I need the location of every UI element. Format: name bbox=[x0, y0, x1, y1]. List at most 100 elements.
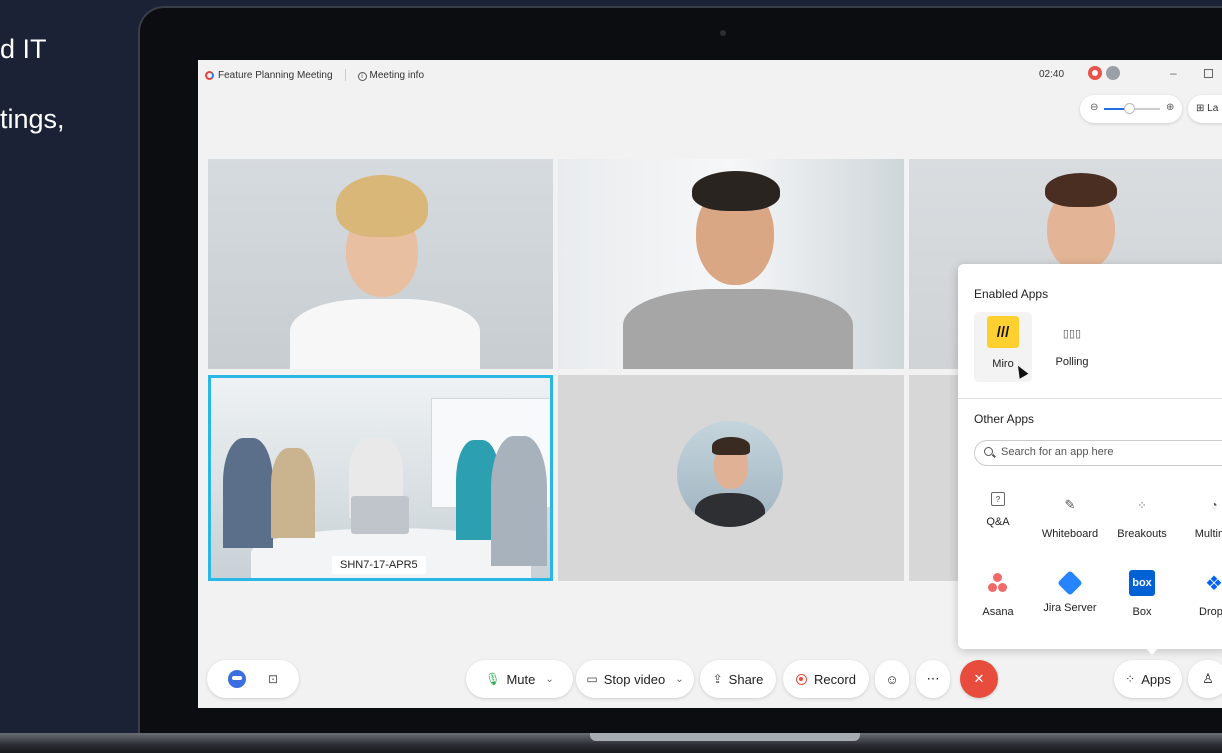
app-dropbox[interactable]: ❖ Dropb bbox=[1181, 570, 1222, 619]
room-person-5 bbox=[491, 436, 547, 566]
app-label: Dropb bbox=[1199, 606, 1222, 618]
assistant-bot-icon[interactable] bbox=[227, 670, 246, 688]
meeting-info-label: Meeting info bbox=[369, 69, 425, 81]
apps-popover: Enabled Apps /// Miro ▯▯▯ Polling Other … bbox=[958, 264, 1222, 649]
apps-grid-icon: ⁘ bbox=[1125, 672, 1136, 686]
record-icon bbox=[796, 673, 808, 685]
other-apps-heading: Other Apps bbox=[974, 412, 1035, 426]
room-person-2 bbox=[271, 448, 315, 538]
asana-dot bbox=[998, 583, 1007, 592]
app-label: Q&A bbox=[986, 516, 1010, 528]
zoom-out-icon[interactable]: ⊖ bbox=[1090, 102, 1098, 113]
video-tile-avatar[interactable] bbox=[558, 375, 904, 581]
app-box[interactable]: box Box bbox=[1109, 570, 1175, 618]
share-icon: ⇪ bbox=[712, 672, 723, 686]
app-polling[interactable]: ▯▯▯ Polling bbox=[1039, 320, 1105, 369]
mute-button[interactable]: 🎙 Mute ⌄ bbox=[466, 660, 573, 698]
avatar-body bbox=[695, 493, 765, 527]
multimedia-icon: ◔ bbox=[1210, 498, 1218, 512]
app-asana[interactable]: Asana bbox=[965, 570, 1031, 618]
promo-stage: d IT tings, Feature Planning Meeting i Me… bbox=[0, 0, 1222, 753]
avatar-hair bbox=[712, 437, 750, 455]
captions-icon[interactable]: ⊡ bbox=[268, 672, 278, 686]
share-label: Share bbox=[728, 671, 764, 687]
asana-icon bbox=[985, 570, 1011, 596]
app-label: Breakouts bbox=[1117, 528, 1167, 540]
person-icon: ♙ bbox=[1202, 671, 1214, 686]
asana-dot bbox=[988, 583, 997, 592]
mute-label: Mute bbox=[506, 671, 536, 687]
apps-label: Apps bbox=[1141, 671, 1171, 687]
meeting-timer: 02:40 bbox=[1039, 69, 1065, 80]
participant-hair bbox=[692, 171, 780, 211]
app-label: Whiteboard bbox=[1041, 528, 1099, 540]
video-tile-1[interactable] bbox=[208, 159, 553, 369]
leave-meeting-button[interactable]: ✕ bbox=[960, 660, 998, 698]
meeting-controls: ⊡ 🎙 Mute ⌄ ▭ Stop video ⌄ ⇪ Share Record bbox=[198, 658, 1222, 708]
side-caption-line-1: d IT bbox=[0, 34, 47, 64]
app-whiteboard[interactable]: ✎ Whiteboard bbox=[1037, 492, 1103, 540]
participant-body bbox=[290, 299, 480, 369]
maximize-icon[interactable] bbox=[1204, 69, 1213, 78]
miro-icon: /// bbox=[987, 316, 1019, 348]
stop-video-button[interactable]: ▭ Stop video ⌄ bbox=[576, 660, 694, 698]
chevron-down-icon[interactable]: ⌄ bbox=[545, 674, 553, 685]
smiley-icon: ☺ bbox=[885, 671, 899, 687]
recording-indicator-icon[interactable] bbox=[1088, 66, 1102, 80]
enabled-apps-heading: Enabled Apps bbox=[974, 287, 1049, 301]
webcam-icon bbox=[720, 30, 726, 36]
participant-hair bbox=[1045, 173, 1117, 207]
dropbox-icon: ❖ bbox=[1205, 572, 1222, 595]
chevron-down-icon[interactable]: ⌄ bbox=[675, 674, 683, 685]
camera-icon: ▭ bbox=[586, 672, 598, 686]
info-icon: i bbox=[357, 71, 367, 81]
app-breakouts[interactable]: ⁘ Breakouts bbox=[1109, 492, 1175, 541]
title-separator bbox=[344, 69, 346, 81]
layout-button[interactable]: ⊞ La bbox=[1188, 95, 1222, 123]
more-icon: ⋯ bbox=[926, 671, 940, 686]
minimize-icon[interactable]: – bbox=[1170, 66, 1177, 80]
app-label: Miro bbox=[992, 358, 1014, 370]
asana-dot bbox=[993, 573, 1002, 582]
meeting-window: Feature Planning Meeting i Meeting info 0… bbox=[198, 60, 1222, 708]
app-jira-server[interactable]: Jira Server bbox=[1037, 570, 1103, 614]
meeting-info-button[interactable]: i Meeting info bbox=[357, 69, 425, 81]
polling-icon: ▯▯▯ bbox=[1062, 327, 1082, 340]
app-multimedia[interactable]: ◔ Multime bbox=[1181, 492, 1222, 540]
zoom-in-icon[interactable]: ⊕ bbox=[1166, 102, 1174, 113]
app-label: Polling bbox=[1055, 356, 1089, 368]
breakouts-icon: ⁘ bbox=[1137, 499, 1147, 512]
room-name-label: SHN7-17-APR5 bbox=[332, 556, 426, 574]
share-button[interactable]: ⇪ Share bbox=[700, 660, 776, 698]
app-search-input[interactable]: Search for an app here bbox=[974, 440, 1222, 466]
apps-button[interactable]: ⁘ Apps bbox=[1114, 660, 1182, 698]
app-miro[interactable]: /// Miro bbox=[970, 316, 1036, 370]
layout-label: La bbox=[1207, 103, 1219, 114]
app-qa[interactable]: ? Q&A bbox=[965, 492, 1031, 528]
zoom-handle[interactable] bbox=[1124, 103, 1135, 114]
side-caption-line-2: tings, bbox=[0, 104, 65, 134]
assistant-pill[interactable]: ⊡ bbox=[207, 660, 299, 698]
zoom-slider[interactable]: ⊖ ⊕ bbox=[1080, 95, 1182, 123]
room-person-1 bbox=[223, 438, 273, 548]
app-label: Box bbox=[1132, 606, 1152, 618]
participants-button[interactable]: ♙ bbox=[1188, 660, 1222, 698]
webex-logo-icon bbox=[205, 70, 214, 80]
video-tile-2[interactable] bbox=[558, 159, 904, 369]
qa-icon: ? bbox=[991, 492, 1005, 506]
app-label: Jira Server bbox=[1043, 602, 1097, 614]
participant-body bbox=[623, 289, 853, 369]
status-indicator-icon[interactable] bbox=[1106, 66, 1120, 80]
participant-avatar bbox=[677, 421, 783, 527]
more-options-button[interactable]: ⋯ bbox=[916, 660, 950, 698]
title-bar: Feature Planning Meeting i Meeting info bbox=[198, 60, 1222, 90]
meeting-title: Feature Planning Meeting bbox=[218, 69, 333, 81]
whiteboard-icon: ✎ bbox=[1064, 497, 1076, 512]
jira-icon bbox=[1057, 570, 1083, 596]
video-tile-room[interactable]: SHN7-17-APR5 bbox=[208, 375, 553, 581]
microphone-icon: 🎙 bbox=[485, 672, 501, 686]
popover-pointer bbox=[1144, 646, 1160, 655]
record-button[interactable]: Record bbox=[783, 660, 869, 698]
participant-hair bbox=[336, 175, 428, 237]
reactions-button[interactable]: ☺ bbox=[875, 660, 909, 698]
